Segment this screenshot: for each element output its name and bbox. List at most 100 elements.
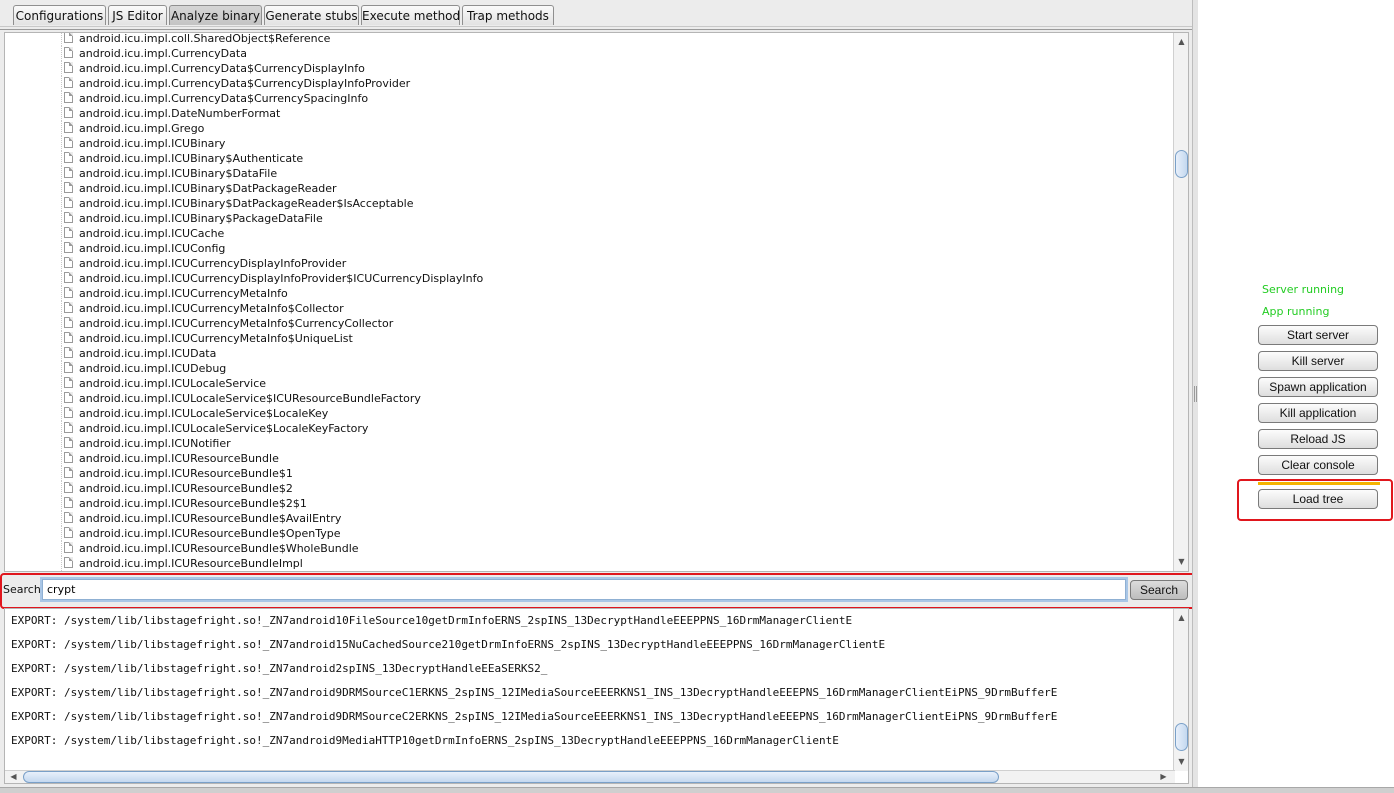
tree-vertical-scrollbar[interactable]: ▲ ▼ — [1173, 33, 1188, 571]
scroll-right-arrow-icon[interactable]: ▶ — [1158, 771, 1169, 783]
tree-item[interactable]: android.icu.impl.ICUResourceBundle$Avail… — [5, 511, 1021, 526]
file-icon — [64, 287, 73, 298]
tree-item[interactable]: android.icu.impl.CurrencyData$CurrencyDi… — [5, 61, 1021, 76]
tab-js-editor[interactable]: JS Editor — [108, 5, 167, 25]
tree-item[interactable]: android.icu.impl.Grego — [5, 121, 1021, 136]
tree-item[interactable]: android.icu.impl.ICUCurrencyMetaInfo — [5, 286, 1021, 301]
tree-item[interactable]: android.icu.impl.ICUResourceBundle — [5, 451, 1021, 466]
tab-execute-method[interactable]: Execute method — [361, 5, 460, 25]
tree-item-label: android.icu.impl.ICULocaleService$ICURes… — [79, 392, 421, 405]
tree-guide-line — [61, 166, 62, 181]
file-icon — [64, 272, 73, 283]
tree-item[interactable]: android.icu.impl.ICUBinary$DataFile — [5, 166, 1021, 181]
tree-item[interactable]: android.icu.impl.ICUResourceBundleImpl — [5, 556, 1021, 571]
tree-guide-line — [61, 391, 62, 406]
tree-item[interactable]: android.icu.impl.ICUBinary$PackageDataFi… — [5, 211, 1021, 226]
tree-item[interactable]: android.icu.impl.ICUCurrencyMetaInfo$Cur… — [5, 316, 1021, 331]
tree-item[interactable]: android.icu.impl.ICUNotifier — [5, 436, 1021, 451]
search-input[interactable] — [42, 579, 1126, 600]
spawn-application-button[interactable]: Spawn application — [1258, 377, 1378, 397]
tree-guide-line — [61, 151, 62, 166]
file-icon — [64, 512, 73, 523]
tree-item-label: android.icu.impl.ICUCurrencyMetaInfo$Col… — [79, 302, 344, 315]
tab-bar: Configurations JS Editor Analyze binary … — [0, 0, 1192, 30]
file-icon — [64, 527, 73, 538]
tree-item-label: android.icu.impl.ICUResourceBundle$2 — [79, 482, 293, 495]
tree-item[interactable]: android.icu.impl.ICUResourceBundle$2$1 — [5, 496, 1021, 511]
tree-item-label: android.icu.impl.ICUCurrencyDisplayInfoP… — [79, 272, 484, 285]
file-icon — [64, 377, 73, 388]
console-scroll-thumb[interactable] — [1175, 723, 1188, 751]
tree-item[interactable]: android.icu.impl.ICUBinary$DatPackageRea… — [5, 196, 1021, 211]
console-lines: EXPORT: /system/lib/libstagefright.so!_Z… — [11, 609, 1057, 753]
tree-item[interactable]: android.icu.impl.ICUData — [5, 346, 1021, 361]
file-icon — [64, 392, 73, 403]
console-line: EXPORT: /system/lib/libstagefright.so!_Z… — [11, 662, 548, 675]
tree-item[interactable]: android.icu.impl.ICULocaleService$ICURes… — [5, 391, 1021, 406]
console-line: EXPORT: /system/lib/libstagefright.so!_Z… — [11, 734, 839, 747]
tree-guide-line — [61, 181, 62, 196]
tree-guide-line — [61, 376, 62, 391]
tree-item[interactable]: android.icu.impl.ICUBinary$DatPackageRea… — [5, 181, 1021, 196]
accent-bar — [1258, 482, 1380, 485]
tree-item[interactable]: android.icu.impl.ICUResourceBundle$OpenT… — [5, 526, 1021, 541]
tab-configurations[interactable]: Configurations — [13, 5, 106, 25]
tree-item[interactable]: android.icu.impl.ICUCurrencyDisplayInfoP… — [5, 271, 1021, 286]
search-button[interactable]: Search — [1130, 580, 1188, 600]
class-tree-panel[interactable]: android.icu.impl.coll.SharedObject$Refer… — [4, 32, 1189, 572]
tree-item-label: android.icu.impl.ICUCurrencyMetaInfo$Cur… — [79, 317, 394, 330]
console-horizontal-thumb[interactable] — [23, 771, 999, 783]
tree-item[interactable]: android.icu.impl.ICULocaleService$Locale… — [5, 406, 1021, 421]
tree-item[interactable]: android.icu.impl.ICUResourceBundle$2 — [5, 481, 1021, 496]
tree-item-label: android.icu.impl.ICUCurrencyMetaInfo$Uni… — [79, 332, 353, 345]
tree-guide-line — [61, 241, 62, 256]
tree-item[interactable]: android.icu.impl.ICULocaleService — [5, 376, 1021, 391]
tree-guide-line — [61, 196, 62, 211]
scroll-up-arrow-icon[interactable]: ▲ — [1176, 36, 1187, 48]
tree-item[interactable]: android.icu.impl.ICUConfig — [5, 241, 1021, 256]
tab-trap-methods[interactable]: Trap methods — [462, 5, 554, 25]
tree-item[interactable]: android.icu.impl.ICUResourceBundle$1 — [5, 466, 1021, 481]
tree-item[interactable]: android.icu.impl.ICUBinary$Authenticate — [5, 151, 1021, 166]
console-vertical-scrollbar[interactable]: ▲ ▼ — [1173, 609, 1188, 771]
tree-item[interactable]: android.icu.impl.CurrencyData$CurrencySp… — [5, 91, 1021, 106]
tree-item[interactable]: android.icu.impl.coll.SharedObject$Refer… — [5, 32, 1021, 46]
tab-analyze-binary[interactable]: Analyze binary — [169, 5, 262, 25]
scroll-left-arrow-icon[interactable]: ◀ — [8, 771, 19, 783]
kill-server-button[interactable]: Kill server — [1258, 351, 1378, 371]
console-horizontal-scrollbar[interactable]: ◀ ▶ — [5, 770, 1175, 783]
tab-generate-stubs[interactable]: Generate stubs — [264, 5, 359, 25]
tree-guide-line — [61, 556, 62, 571]
clear-console-button[interactable]: Clear console — [1258, 455, 1378, 475]
load-tree-button[interactable]: Load tree — [1258, 489, 1378, 509]
console-line: EXPORT: /system/lib/libstagefright.so!_Z… — [11, 638, 886, 651]
tree-scroll-thumb[interactable] — [1175, 150, 1188, 178]
tree-item[interactable]: android.icu.impl.ICUResourceBundle$Whole… — [5, 541, 1021, 556]
start-server-button[interactable]: Start server — [1258, 325, 1378, 345]
tree-item-label: android.icu.impl.CurrencyData$CurrencyDi… — [79, 77, 411, 90]
tree-item[interactable]: android.icu.impl.CurrencyData — [5, 46, 1021, 61]
tree-item-label: android.icu.impl.ICUBinary$DatPackageRea… — [79, 182, 337, 195]
file-icon — [64, 137, 73, 148]
scroll-down-arrow-icon[interactable]: ▼ — [1176, 556, 1187, 568]
tree-item[interactable]: android.icu.impl.ICUBinary — [5, 136, 1021, 151]
reload-js-button[interactable]: Reload JS — [1258, 429, 1378, 449]
tree-item-label: android.icu.impl.ICUCurrencyDisplayInfoP… — [79, 257, 347, 270]
app-status: App running — [1262, 305, 1330, 318]
tree-item[interactable]: android.icu.impl.ICUCurrencyMetaInfo$Uni… — [5, 331, 1021, 346]
tree-item-label: android.icu.impl.coll.SharedObject$Refer… — [79, 32, 331, 45]
tree-item[interactable]: android.icu.impl.DateNumberFormat — [5, 106, 1021, 121]
tree-item[interactable]: android.icu.impl.ICULocaleService$Locale… — [5, 421, 1021, 436]
tree-item[interactable]: android.icu.impl.ICUCache — [5, 226, 1021, 241]
tree-item[interactable]: android.icu.impl.CurrencyData$CurrencyDi… — [5, 76, 1021, 91]
tree-item[interactable]: android.icu.impl.ICUCurrencyDisplayInfoP… — [5, 256, 1021, 271]
scroll-up-arrow-icon[interactable]: ▲ — [1176, 612, 1187, 624]
tree-guide-line — [61, 271, 62, 286]
kill-application-button[interactable]: Kill application — [1258, 403, 1378, 423]
tree-item[interactable]: android.icu.impl.ICUDebug — [5, 361, 1021, 376]
console-output[interactable]: EXPORT: /system/lib/libstagefright.so!_Z… — [4, 608, 1189, 784]
scroll-down-arrow-icon[interactable]: ▼ — [1176, 756, 1187, 768]
control-panel: Server running App running Start server … — [1198, 0, 1394, 793]
tree-item-label: android.icu.impl.ICUData — [79, 347, 217, 360]
tree-item[interactable]: android.icu.impl.ICUCurrencyMetaInfo$Col… — [5, 301, 1021, 316]
